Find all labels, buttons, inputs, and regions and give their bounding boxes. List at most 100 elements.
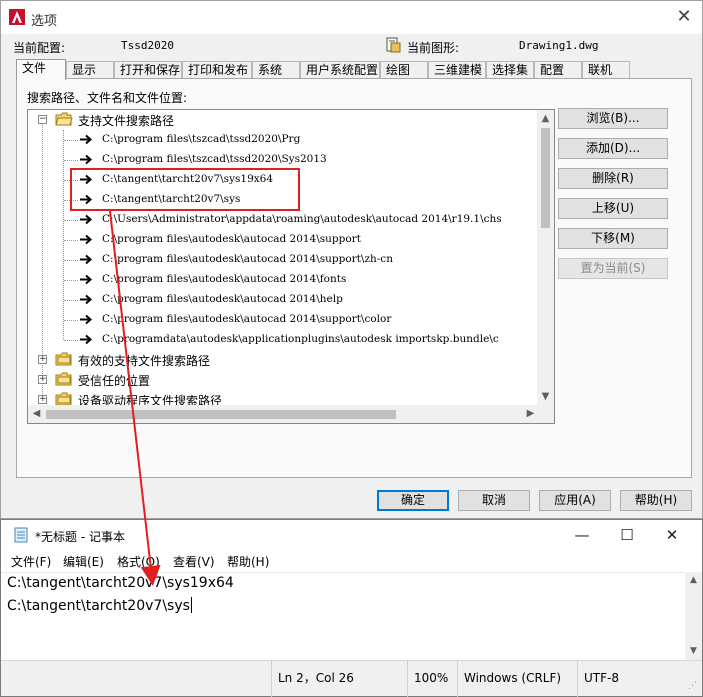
tree-path-text: C:\program files\autodesk\autocad 2014\f…: [102, 273, 347, 285]
tree-path-row[interactable]: C:\program files\autodesk\autocad 2014\s…: [28, 310, 524, 330]
expand-icon[interactable]: +: [38, 395, 47, 404]
move-up-button[interactable]: 上移(U): [558, 198, 668, 219]
tab-drafting[interactable]: 绘图: [380, 61, 428, 79]
expand-icon[interactable]: +: [38, 375, 47, 384]
search-path-tree[interactable]: − 支持文件搜索路径 C:\program files\tszcad\tssd2…: [27, 109, 555, 424]
cursor-position: Ln 2，Col 26: [271, 661, 407, 697]
tree-path-row[interactable]: C:\Users\Administrator\appdata\roaming\a…: [28, 210, 524, 230]
notepad-window: *无标题 - 记事本 — ☐ ✕ 文件(F) 编辑(E) 格式(O) 查看(V)…: [0, 519, 703, 697]
tree-node-effective-paths[interactable]: + 有效的支持文件搜索路径: [28, 350, 524, 370]
menu-format[interactable]: 格式(O): [117, 553, 160, 570]
folder-icon: [55, 352, 72, 366]
tab-profiles[interactable]: 配置: [534, 61, 582, 79]
scroll-up-icon[interactable]: ▲: [537, 110, 554, 127]
menu-file[interactable]: 文件(F): [11, 553, 51, 570]
close-icon[interactable]: ✕: [672, 5, 696, 29]
text-line: C:\tangent\tarcht20v7\sys: [7, 598, 190, 614]
scroll-up-icon[interactable]: ▲: [685, 572, 702, 589]
tree-node-driver-paths[interactable]: + 设备驱动程序文件搜索路径: [28, 390, 524, 405]
minimize-icon[interactable]: —: [567, 523, 597, 547]
tree-content: − 支持文件搜索路径 C:\program files\tszcad\tssd2…: [28, 110, 524, 405]
tree-horizontal-scrollbar[interactable]: ◀ ▶: [28, 405, 539, 423]
tab-online[interactable]: 联机: [582, 61, 630, 79]
drawing-file-icon: [386, 37, 401, 53]
tab-user-preferences[interactable]: 用户系统配置: [300, 61, 380, 79]
annotation-highlight-box: [70, 168, 300, 211]
tree-path-text: C:\program files\autodesk\autocad 2014\s…: [102, 233, 361, 245]
tree-node-label: 有效的支持文件搜索路径: [78, 354, 211, 368]
tree-path-text: C:\program files\autodesk\autocad 2014\s…: [102, 313, 392, 325]
arrow-right-icon: [80, 314, 93, 325]
options-titlebar: 选项 ✕: [1, 1, 702, 34]
scroll-left-icon[interactable]: ◀: [28, 405, 45, 423]
ok-button[interactable]: 确定: [377, 490, 449, 511]
maximize-icon[interactable]: ☐: [612, 523, 642, 547]
notepad-vertical-scrollbar[interactable]: ▲ ▼: [685, 572, 702, 660]
tree-path-row[interactable]: C:\program files\autodesk\autocad 2014\s…: [28, 230, 524, 250]
tree-path-text: C:\Users\Administrator\appdata\roaming\a…: [102, 213, 502, 225]
set-current-button[interactable]: 置为当前(S): [558, 258, 668, 279]
menu-help[interactable]: 帮助(H): [227, 553, 269, 570]
notepad-titlebar: *无标题 - 记事本 — ☐ ✕: [1, 520, 702, 550]
tree-path-text: C:\program files\tszcad\tssd2020\Sys2013: [102, 153, 327, 165]
current-profile-label: 当前配置:: [13, 41, 66, 55]
cancel-button[interactable]: 取消: [458, 490, 530, 511]
help-button[interactable]: 帮助(H): [620, 490, 692, 511]
tab-display[interactable]: 显示: [66, 61, 114, 79]
tab-files[interactable]: 文件: [16, 59, 66, 80]
tree-path-text: C:\program files\tszcad\tssd2020\Prg: [102, 133, 301, 145]
options-dialog: 选项 ✕ 当前配置: Tssd2020 当前图形: Drawing1.dwg 文…: [0, 0, 703, 519]
notepad-statusbar: Ln 2，Col 26 100% Windows (CRLF) UTF-8 ⋰: [1, 660, 702, 697]
arrow-right-icon: [80, 274, 93, 285]
expand-icon[interactable]: +: [38, 355, 47, 364]
close-icon[interactable]: ✕: [657, 523, 687, 547]
scroll-down-icon[interactable]: ▼: [537, 388, 554, 405]
folder-icon: [55, 392, 72, 405]
line-ending: Windows (CRLF): [457, 661, 577, 697]
tree-path-row[interactable]: C:\programdata\autodesk\applicationplugi…: [28, 330, 524, 350]
text-line: C:\tangent\tarcht20v7\sys19x64: [7, 575, 234, 591]
arrow-right-icon: [80, 234, 93, 245]
add-button[interactable]: 添加(D)...: [558, 138, 668, 159]
current-profile-value: Tssd2020: [121, 39, 174, 52]
browse-button[interactable]: 浏览(B)...: [558, 108, 668, 129]
tab-open-save[interactable]: 打开和保存: [114, 61, 182, 79]
tab-3d-modeling[interactable]: 三维建模: [428, 61, 486, 79]
resize-grip-icon[interactable]: ⋰: [688, 681, 700, 693]
menu-edit[interactable]: 编辑(E): [63, 553, 104, 570]
folder-open-icon: [55, 112, 73, 126]
tree-path-text: C:\program files\autodesk\autocad 2014\h…: [102, 293, 343, 305]
tree-node-label: 支持文件搜索路径: [78, 114, 175, 128]
tree-path-row[interactable]: C:\program files\autodesk\autocad 2014\s…: [28, 250, 524, 270]
text-caret: [190, 597, 192, 613]
tree-vertical-scrollbar[interactable]: ▲ ▼: [537, 110, 554, 405]
tree-path-row[interactable]: C:\program files\tszcad\tssd2020\Prg: [28, 130, 524, 150]
arrow-right-icon: [80, 294, 93, 305]
remove-button[interactable]: 删除(R): [558, 168, 668, 189]
tab-plot-publish[interactable]: 打印和发布: [182, 61, 252, 79]
apply-button[interactable]: 应用(A): [539, 490, 611, 511]
notepad-title: *无标题 - 记事本: [35, 530, 125, 544]
tree-path-row[interactable]: C:\program files\tszcad\tssd2020\Sys2013: [28, 150, 524, 170]
tree-node-support-paths[interactable]: − 支持文件搜索路径: [28, 110, 524, 130]
zoom-level: 100%: [407, 661, 457, 697]
tab-system[interactable]: 系统: [252, 61, 300, 79]
tree-node-trusted-locations[interactable]: + 受信任的位置: [28, 370, 524, 390]
text-line-with-caret: C:\tangent\tarcht20v7\sys: [7, 597, 192, 614]
scroll-thumb[interactable]: [541, 128, 550, 228]
tab-selection[interactable]: 选择集: [486, 61, 534, 79]
tree-path-row[interactable]: C:\program files\autodesk\autocad 2014\h…: [28, 290, 524, 310]
menu-view[interactable]: 查看(V): [173, 553, 215, 570]
move-down-button[interactable]: 下移(M): [558, 228, 668, 249]
tree-node-label: 设备驱动程序文件搜索路径: [78, 394, 223, 405]
scroll-thumb[interactable]: [46, 410, 396, 419]
collapse-icon[interactable]: −: [38, 115, 47, 124]
encoding: UTF-8: [577, 661, 687, 697]
scroll-down-icon[interactable]: ▼: [685, 643, 702, 660]
files-tab-panel: 搜索路径、文件名和文件位置: − 支持文件搜索路径 C:\program fil…: [16, 78, 692, 478]
tree-path-text: C:\programdata\autodesk\applicationplugi…: [102, 333, 499, 345]
arrow-right-icon: [80, 214, 93, 225]
notepad-text-area[interactable]: C:\tangent\tarcht20v7\sys19x64 C:\tangen…: [1, 572, 684, 660]
tree-path-row[interactable]: C:\program files\autodesk\autocad 2014\f…: [28, 270, 524, 290]
tree-node-label: 受信任的位置: [78, 374, 151, 388]
